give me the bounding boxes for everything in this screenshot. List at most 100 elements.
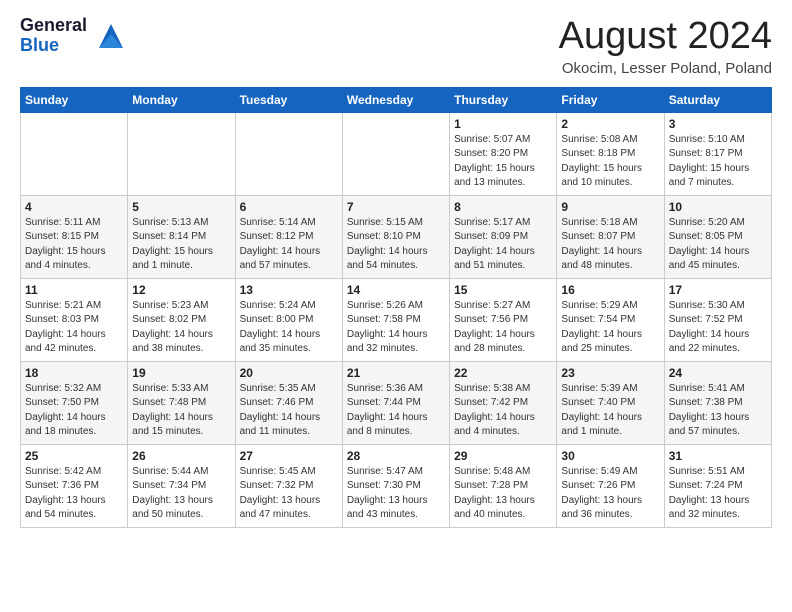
- header: General Blue August 2024 Okocim, Lesser …: [20, 16, 772, 77]
- day-number: 27: [240, 449, 338, 463]
- table-cell: 26 Sunrise: 5:44 AM Sunset: 7:34 PM Dayli…: [128, 444, 235, 527]
- table-cell: 16 Sunrise: 5:29 AM Sunset: 7:54 PM Dayli…: [557, 278, 664, 361]
- logo-icon: [95, 20, 127, 52]
- day-number: 4: [25, 200, 123, 214]
- table-cell: [342, 112, 449, 195]
- table-cell: 29Sunrise: 5:48 AM Sunset: 7:28 PM Dayli…: [450, 444, 557, 527]
- day-number: 18: [25, 366, 123, 380]
- logo-text: General Blue: [20, 16, 87, 56]
- table-cell: [128, 112, 235, 195]
- day-detail: Sunrise: 5:23 AM Sunset: 8:02 PM Dayligh…: [132, 299, 230, 357]
- day-detail: Sunrise: 5:15 AM Sunset: 8:10 PM Dayligh…: [347, 216, 445, 274]
- col-saturday: Saturday: [664, 87, 771, 112]
- header-row: Sunday Monday Tuesday Wednesday Thursday…: [21, 87, 772, 112]
- day-detail: Sunrise: 5:07 AM Sunset: 8:20 PM Dayligh…: [454, 133, 552, 191]
- table-cell: 21 Sunrise: 5:36 AM Sunset: 7:44 PM Dayli…: [342, 361, 449, 444]
- table-cell: 24 Sunrise: 5:41 AM Sunset: 7:38 PM Dayli…: [664, 361, 771, 444]
- table-cell: 4 Sunrise: 5:11 AM Sunset: 8:15 PM Daylig…: [21, 195, 128, 278]
- week-row-1: 1Sunrise: 5:07 AM Sunset: 8:20 PM Daylig…: [21, 112, 772, 195]
- table-cell: 20Sunrise: 5:35 AM Sunset: 7:46 PM Dayli…: [235, 361, 342, 444]
- day-detail: Sunrise: 5:39 AM Sunset: 7:40 PM Dayligh…: [561, 382, 659, 440]
- day-number: 7: [347, 200, 445, 214]
- table-cell: 22Sunrise: 5:38 AM Sunset: 7:42 PM Dayli…: [450, 361, 557, 444]
- day-detail: Sunrise: 5:36 AM Sunset: 7:44 PM Dayligh…: [347, 382, 445, 440]
- day-number: 16: [561, 283, 659, 297]
- day-detail: Sunrise: 5:27 AM Sunset: 7:56 PM Dayligh…: [454, 299, 552, 357]
- day-number: 17: [669, 283, 767, 297]
- day-number: 9: [561, 200, 659, 214]
- day-detail: Sunrise: 5:47 AM Sunset: 7:30 PM Dayligh…: [347, 465, 445, 523]
- table-cell: 18Sunrise: 5:32 AM Sunset: 7:50 PM Dayli…: [21, 361, 128, 444]
- logo-general: General: [20, 16, 87, 36]
- day-number: 26: [132, 449, 230, 463]
- day-detail: Sunrise: 5:30 AM Sunset: 7:52 PM Dayligh…: [669, 299, 767, 357]
- table-cell: 9Sunrise: 5:18 AM Sunset: 8:07 PM Daylig…: [557, 195, 664, 278]
- day-detail: Sunrise: 5:45 AM Sunset: 7:32 PM Dayligh…: [240, 465, 338, 523]
- table-cell: 6Sunrise: 5:14 AM Sunset: 8:12 PM Daylig…: [235, 195, 342, 278]
- month-title: August 2024: [559, 16, 772, 58]
- day-detail: Sunrise: 5:48 AM Sunset: 7:28 PM Dayligh…: [454, 465, 552, 523]
- day-detail: Sunrise: 5:11 AM Sunset: 8:15 PM Dayligh…: [25, 216, 123, 274]
- table-cell: 30 Sunrise: 5:49 AM Sunset: 7:26 PM Dayli…: [557, 444, 664, 527]
- day-detail: Sunrise: 5:44 AM Sunset: 7:34 PM Dayligh…: [132, 465, 230, 523]
- day-detail: Sunrise: 5:13 AM Sunset: 8:14 PM Dayligh…: [132, 216, 230, 274]
- day-number: 10: [669, 200, 767, 214]
- table-cell: 17 Sunrise: 5:30 AM Sunset: 7:52 PM Dayli…: [664, 278, 771, 361]
- day-detail: Sunrise: 5:49 AM Sunset: 7:26 PM Dayligh…: [561, 465, 659, 523]
- table-cell: 23 Sunrise: 5:39 AM Sunset: 7:40 PM Dayli…: [557, 361, 664, 444]
- col-wednesday: Wednesday: [342, 87, 449, 112]
- table-cell: 11Sunrise: 5:21 AM Sunset: 8:03 PM Dayli…: [21, 278, 128, 361]
- day-detail: Sunrise: 5:26 AM Sunset: 7:58 PM Dayligh…: [347, 299, 445, 357]
- table-cell: 27 Sunrise: 5:45 AM Sunset: 7:32 PM Dayli…: [235, 444, 342, 527]
- week-row-4: 18Sunrise: 5:32 AM Sunset: 7:50 PM Dayli…: [21, 361, 772, 444]
- day-number: 28: [347, 449, 445, 463]
- table-cell: 7 Sunrise: 5:15 AM Sunset: 8:10 PM Daylig…: [342, 195, 449, 278]
- table-cell: 8 Sunrise: 5:17 AM Sunset: 8:09 PM Daylig…: [450, 195, 557, 278]
- table-cell: 2Sunrise: 5:08 AM Sunset: 8:18 PM Daylig…: [557, 112, 664, 195]
- day-number: 12: [132, 283, 230, 297]
- table-cell: 1Sunrise: 5:07 AM Sunset: 8:20 PM Daylig…: [450, 112, 557, 195]
- table-cell: 12 Sunrise: 5:23 AM Sunset: 8:02 PM Dayli…: [128, 278, 235, 361]
- day-number: 23: [561, 366, 659, 380]
- table-cell: [235, 112, 342, 195]
- day-detail: Sunrise: 5:51 AM Sunset: 7:24 PM Dayligh…: [669, 465, 767, 523]
- col-friday: Friday: [557, 87, 664, 112]
- table-cell: 14Sunrise: 5:26 AM Sunset: 7:58 PM Dayli…: [342, 278, 449, 361]
- week-row-5: 25Sunrise: 5:42 AM Sunset: 7:36 PM Dayli…: [21, 444, 772, 527]
- day-number: 13: [240, 283, 338, 297]
- week-row-3: 11Sunrise: 5:21 AM Sunset: 8:03 PM Dayli…: [21, 278, 772, 361]
- day-detail: Sunrise: 5:41 AM Sunset: 7:38 PM Dayligh…: [669, 382, 767, 440]
- table-cell: 19 Sunrise: 5:33 AM Sunset: 7:48 PM Dayli…: [128, 361, 235, 444]
- day-detail: Sunrise: 5:35 AM Sunset: 7:46 PM Dayligh…: [240, 382, 338, 440]
- col-tuesday: Tuesday: [235, 87, 342, 112]
- table-cell: 3Sunrise: 5:10 AM Sunset: 8:17 PM Daylig…: [664, 112, 771, 195]
- day-number: 5: [132, 200, 230, 214]
- logo-blue: Blue: [20, 36, 87, 56]
- day-number: 31: [669, 449, 767, 463]
- day-detail: Sunrise: 5:20 AM Sunset: 8:05 PM Dayligh…: [669, 216, 767, 274]
- day-number: 11: [25, 283, 123, 297]
- day-detail: Sunrise: 5:33 AM Sunset: 7:48 PM Dayligh…: [132, 382, 230, 440]
- title-block: August 2024 Okocim, Lesser Poland, Polan…: [559, 16, 772, 77]
- day-number: 30: [561, 449, 659, 463]
- day-number: 2: [561, 117, 659, 131]
- calendar-table: Sunday Monday Tuesday Wednesday Thursday…: [20, 87, 772, 528]
- day-number: 19: [132, 366, 230, 380]
- day-detail: Sunrise: 5:17 AM Sunset: 8:09 PM Dayligh…: [454, 216, 552, 274]
- day-detail: Sunrise: 5:29 AM Sunset: 7:54 PM Dayligh…: [561, 299, 659, 357]
- day-number: 24: [669, 366, 767, 380]
- col-monday: Monday: [128, 87, 235, 112]
- table-cell: 5 Sunrise: 5:13 AM Sunset: 8:14 PM Daylig…: [128, 195, 235, 278]
- day-number: 22: [454, 366, 552, 380]
- day-number: 3: [669, 117, 767, 131]
- day-number: 21: [347, 366, 445, 380]
- day-detail: Sunrise: 5:24 AM Sunset: 8:00 PM Dayligh…: [240, 299, 338, 357]
- table-cell: 10 Sunrise: 5:20 AM Sunset: 8:05 PM Dayli…: [664, 195, 771, 278]
- day-number: 8: [454, 200, 552, 214]
- table-cell: 15Sunrise: 5:27 AM Sunset: 7:56 PM Dayli…: [450, 278, 557, 361]
- logo: General Blue: [20, 16, 127, 56]
- page: General Blue August 2024 Okocim, Lesser …: [0, 0, 792, 544]
- table-cell: [21, 112, 128, 195]
- table-cell: 28 Sunrise: 5:47 AM Sunset: 7:30 PM Dayli…: [342, 444, 449, 527]
- day-number: 25: [25, 449, 123, 463]
